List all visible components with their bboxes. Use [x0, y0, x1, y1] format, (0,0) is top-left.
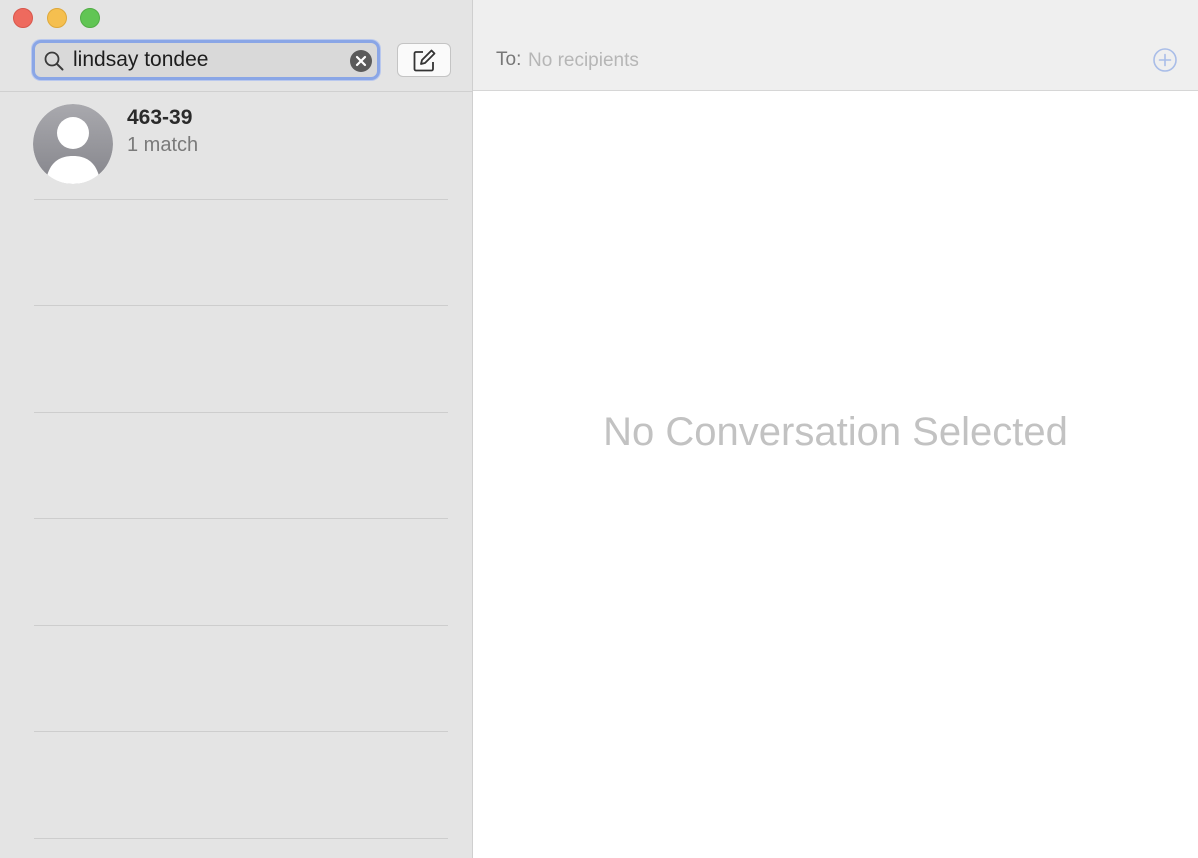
avatar	[33, 104, 113, 184]
recipients-input[interactable]	[528, 49, 1088, 73]
contact-name: 463-39	[127, 106, 193, 129]
row-divider	[34, 838, 448, 839]
sidebar: 463-39 1 match	[0, 0, 473, 858]
plus-circle-icon	[1153, 48, 1177, 72]
match-count: 1 match	[127, 134, 199, 156]
zoom-window-button[interactable]	[80, 8, 100, 28]
search-input[interactable]	[73, 46, 343, 74]
no-conversation-message: No Conversation Selected	[603, 410, 1068, 454]
row-divider	[34, 305, 448, 306]
row-divider	[34, 412, 448, 413]
close-window-button[interactable]	[13, 8, 33, 28]
add-recipient-button[interactable]	[1153, 48, 1177, 72]
messages-window: 463-39 1 match To: No Conve	[0, 0, 1198, 858]
row-divider	[34, 518, 448, 519]
to-label: To:	[496, 49, 522, 70]
conversation-pane: To: No Conversation Selected	[473, 0, 1198, 858]
search-field[interactable]	[32, 40, 380, 80]
minimize-window-button[interactable]	[47, 8, 67, 28]
row-divider	[34, 199, 448, 200]
search-icon	[44, 51, 64, 71]
recipient-bar: To:	[473, 0, 1198, 91]
sidebar-header	[0, 0, 472, 92]
compose-button[interactable]	[397, 43, 451, 77]
row-divider	[34, 731, 448, 732]
conversation-row[interactable]: 463-39 1 match	[0, 92, 472, 199]
clear-x-icon	[355, 55, 367, 67]
clear-search-button[interactable]	[350, 50, 372, 72]
person-silhouette-icon	[33, 104, 113, 184]
compose-pencil-icon	[413, 49, 436, 72]
row-divider	[34, 625, 448, 626]
